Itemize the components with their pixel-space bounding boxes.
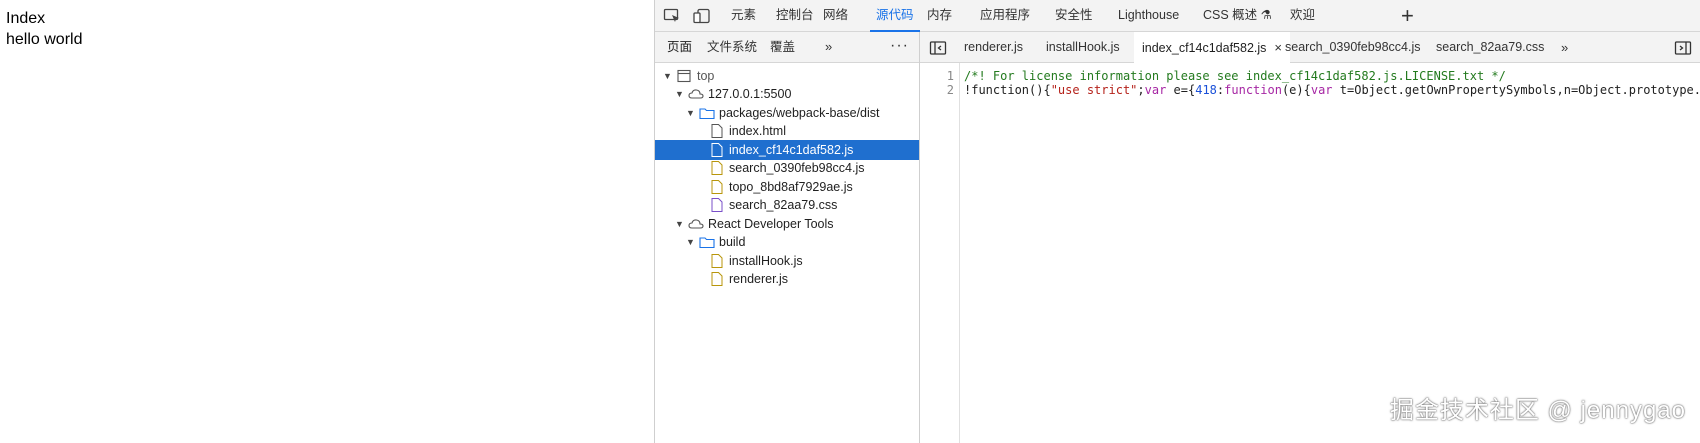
tab-application[interactable]: 应用程序 xyxy=(980,0,1030,31)
js-file-icon xyxy=(711,180,725,194)
tab-filesystem[interactable]: 文件系统 xyxy=(707,32,757,63)
page-title: Index xyxy=(6,10,46,27)
tree-item-file[interactable]: installHook.js xyxy=(655,251,919,271)
tree-item-dist-folder[interactable]: ▼ packages/webpack-base/dist xyxy=(655,103,919,123)
tree-item-host[interactable]: ▼ 127.0.0.1:5500 xyxy=(655,84,919,104)
code-area[interactable]: /*! For license information please see i… xyxy=(964,63,1700,443)
expand-arrow-icon[interactable]: ▼ xyxy=(675,214,684,234)
tab-console[interactable]: 控制台 xyxy=(776,0,814,31)
js-file-icon xyxy=(711,272,725,286)
folder-icon xyxy=(699,106,715,120)
code-line-2: !function(){"use strict";var e={418:func… xyxy=(964,83,1700,97)
line-number: 1 xyxy=(946,69,954,83)
expand-arrow-icon[interactable]: ▼ xyxy=(675,84,684,104)
tree-item-file[interactable]: renderer.js xyxy=(655,269,919,289)
tab-security[interactable]: 安全性 xyxy=(1055,0,1093,31)
tab-memory[interactable]: 内存 xyxy=(927,0,952,31)
editor-tab-active[interactable]: index_cf14c1daf582.js × xyxy=(1134,32,1290,63)
devtools-main-toolbar: 元素 控制台 网络 源代码 内存 应用程序 安全性 Lighthouse CSS… xyxy=(655,0,1700,32)
cloud-icon xyxy=(688,87,704,101)
tree-item-file[interactable]: search_0390feb98cc4.js xyxy=(655,158,919,178)
line-number: 2 xyxy=(946,83,954,97)
tab-page[interactable]: 页面 xyxy=(656,32,703,64)
toggle-navigator-icon[interactable] xyxy=(929,40,947,56)
editor-tab-search-css[interactable]: search_82aa79.css xyxy=(1436,32,1544,63)
device-toolbar-icon[interactable] xyxy=(693,8,711,24)
folder-icon xyxy=(699,235,715,249)
tab-welcome[interactable]: 欢迎 xyxy=(1290,0,1315,31)
expand-arrow-icon[interactable]: ▼ xyxy=(686,232,695,252)
tree-item-top[interactable]: ▼ top xyxy=(655,66,919,86)
file-icon xyxy=(711,143,725,157)
more-tabs-icon[interactable]: » xyxy=(1561,32,1568,63)
frame-icon xyxy=(677,69,691,83)
tree-item-file[interactable]: search_82aa79.css xyxy=(655,195,919,215)
line-number-gutter: 1 2 xyxy=(920,63,960,443)
inspect-element-icon[interactable] xyxy=(663,8,681,24)
tree-item-file-selected[interactable]: index_cf14c1daf582.js xyxy=(655,140,919,160)
tab-css-overview[interactable]: CSS 概述 ⚗ xyxy=(1203,0,1272,31)
sources-navigator: 页面 文件系统 覆盖 » ··· ▼ top ▼ 127.0.0.1:5500 … xyxy=(655,32,920,443)
editor-tabs: renderer.js installHook.js index_cf14c1d… xyxy=(920,32,1700,63)
expand-arrow-icon[interactable]: ▼ xyxy=(686,103,695,123)
tree-item-file[interactable]: topo_8bd8af7929ae.js xyxy=(655,177,919,197)
editor-tab-search-js[interactable]: search_0390feb98cc4.js xyxy=(1285,32,1421,63)
tab-elements[interactable]: 元素 xyxy=(731,0,756,31)
source-editor: renderer.js installHook.js index_cf14c1d… xyxy=(920,32,1700,443)
file-icon xyxy=(711,124,725,138)
toggle-debugger-icon[interactable] xyxy=(1674,40,1692,56)
more-tabs-icon[interactable]: » xyxy=(825,39,832,54)
tab-lighthouse[interactable]: Lighthouse xyxy=(1118,0,1179,31)
tab-network[interactable]: 网络 xyxy=(823,0,848,31)
navigator-tabs: 页面 文件系统 覆盖 » ··· xyxy=(655,32,919,64)
js-file-icon xyxy=(711,254,725,268)
tab-sources[interactable]: 源代码 xyxy=(870,0,919,32)
tree-item-build-folder[interactable]: ▼ build xyxy=(655,232,919,252)
js-file-icon xyxy=(711,161,725,175)
close-tab-icon[interactable]: × xyxy=(1274,40,1282,55)
page-text: hello world xyxy=(6,31,83,48)
tree-item-file[interactable]: index.html xyxy=(655,121,919,141)
page-content: Index hello world xyxy=(0,0,654,443)
tree-item-extension[interactable]: ▼ React Developer Tools xyxy=(655,214,919,234)
watermark: 掘金技术社区 @ jennygao xyxy=(1389,397,1686,424)
more-options-icon[interactable]: ··· xyxy=(890,37,909,55)
cloud-icon xyxy=(688,217,704,231)
code-line-1: /*! For license information please see i… xyxy=(964,69,1506,83)
editor-tab-installhook[interactable]: installHook.js xyxy=(1046,32,1120,63)
add-tab-icon[interactable]: + xyxy=(1401,3,1414,29)
css-file-icon xyxy=(711,198,725,212)
expand-arrow-icon[interactable]: ▼ xyxy=(663,66,672,86)
devtools-panel: 元素 控制台 网络 源代码 内存 应用程序 安全性 Lighthouse CSS… xyxy=(654,0,1700,443)
editor-tab-renderer[interactable]: renderer.js xyxy=(964,32,1023,63)
tab-overrides[interactable]: 覆盖 xyxy=(770,32,795,63)
